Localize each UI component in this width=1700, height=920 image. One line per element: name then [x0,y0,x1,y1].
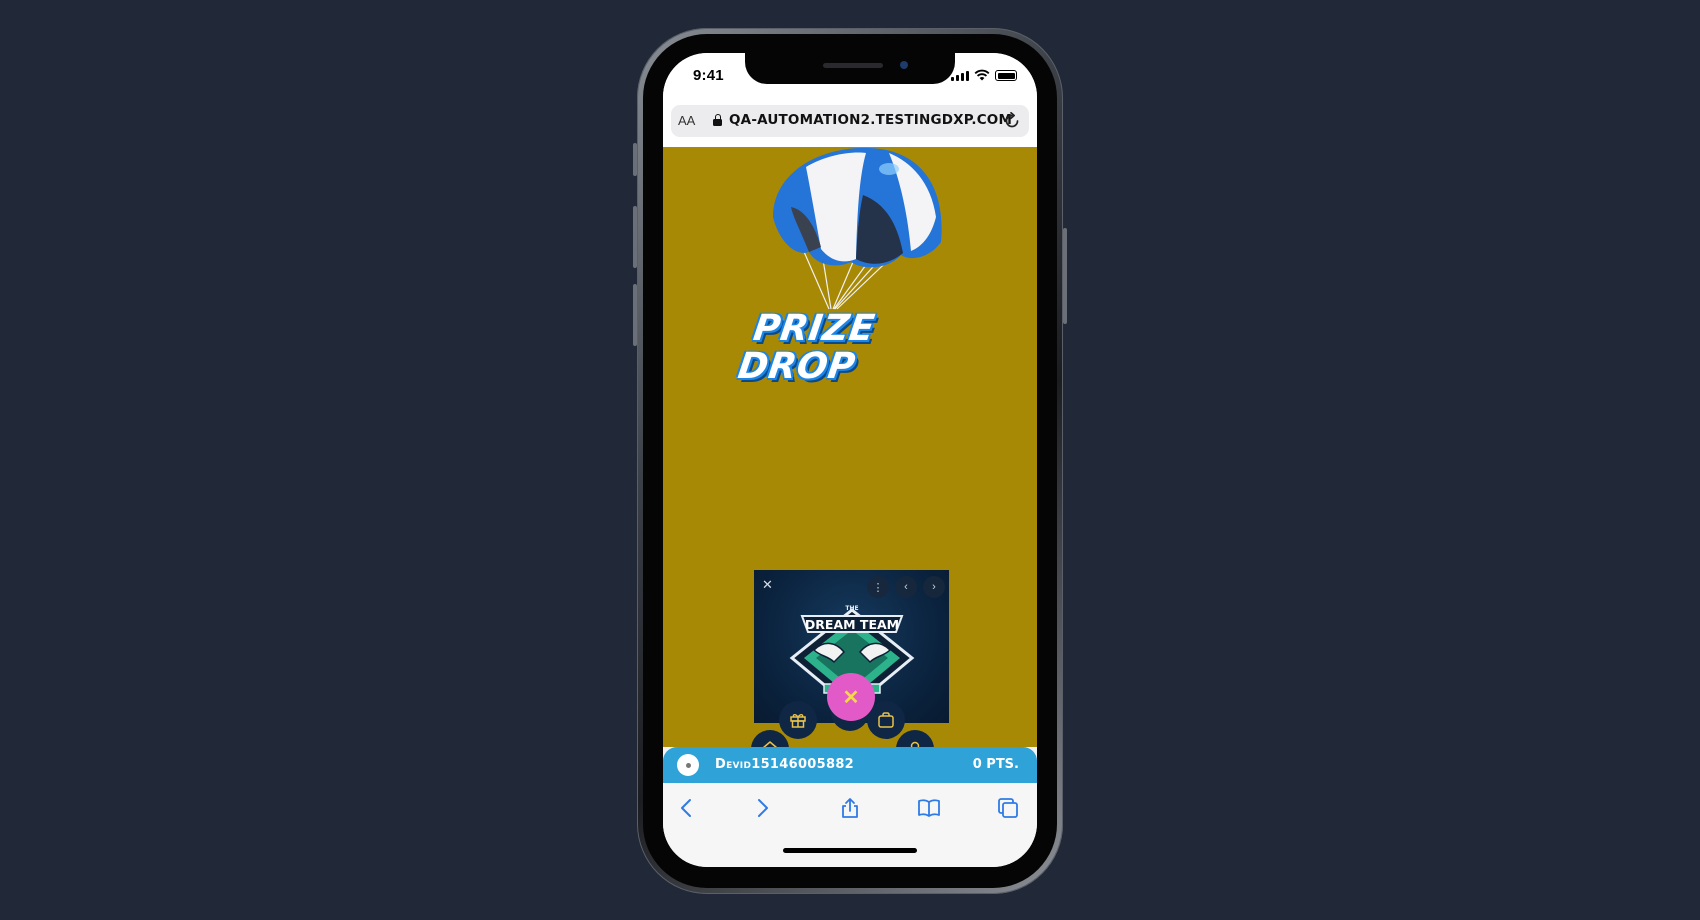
battery-icon [995,70,1017,81]
tabs-button[interactable] [993,795,1023,821]
gift-icon [790,714,806,728]
parachute-illustration [773,147,942,310]
status-icons [951,69,1017,81]
prize-drop-logo: PRIZE DROP [736,308,907,387]
browser-toolbar [663,783,1037,867]
phone-volume-up [633,206,637,268]
status-bar: 9:41 [663,53,1037,101]
phone-volume-down [633,284,637,346]
browser-address-area: AA QA-AUTOMATION2.TESTINGDXP.COM [663,101,1037,147]
bookmarks-icon [918,799,940,817]
home-indicator[interactable] [783,848,917,853]
wifi-icon [974,69,990,81]
logo-line-2: DROP [735,346,858,387]
phone-screen: 9:41 AA QA-AUTOMATION2.TESTINGDXP.COM PR… [663,53,1037,867]
badge-title: DREAM TEAM [805,617,899,632]
username: Devid15146005882 [715,757,855,772]
bookmarks-button[interactable] [914,795,944,821]
front-camera [900,61,908,69]
lock-icon [713,114,722,126]
address-bar[interactable]: AA QA-AUTOMATION2.TESTINGDXP.COM [671,105,1029,137]
bag-icon [878,712,894,728]
tabs-icon [998,798,1018,818]
page-content: PRIZE DROP ✕ ⋮ ‹ › THE DREAM TEAM [663,147,1037,768]
back-icon [681,799,691,817]
badge-top-text: THE [845,605,858,612]
notch [745,53,955,84]
logo-line-1: PRIZE [750,308,878,349]
share-icon [842,798,858,818]
close-icon: ✕ [842,686,860,709]
user-bar: Devid15146005882 0 PTS. [663,747,1037,783]
forward-icon [758,799,768,817]
phone-mute-switch [633,143,637,176]
points-count: 0 PTS. [972,757,1019,772]
back-button[interactable] [672,795,702,821]
share-button[interactable] [835,795,865,821]
status-time: 9:41 [693,67,724,84]
gift-button[interactable] [779,701,817,739]
text-size-button[interactable]: AA [678,113,695,128]
video-close-button[interactable]: ✕ [762,578,773,591]
avatar[interactable] [677,754,699,776]
phone-power-button [1063,228,1067,324]
forward-button[interactable] [747,795,777,821]
cellular-signal-icon [951,71,969,81]
video-next-button[interactable]: › [923,576,945,598]
url-text[interactable]: QA-AUTOMATION2.TESTINGDXP.COM [729,112,1012,128]
speaker-grille [823,63,883,68]
close-menu-button[interactable]: ✕ [827,673,875,721]
reload-icon[interactable] [1002,111,1022,131]
